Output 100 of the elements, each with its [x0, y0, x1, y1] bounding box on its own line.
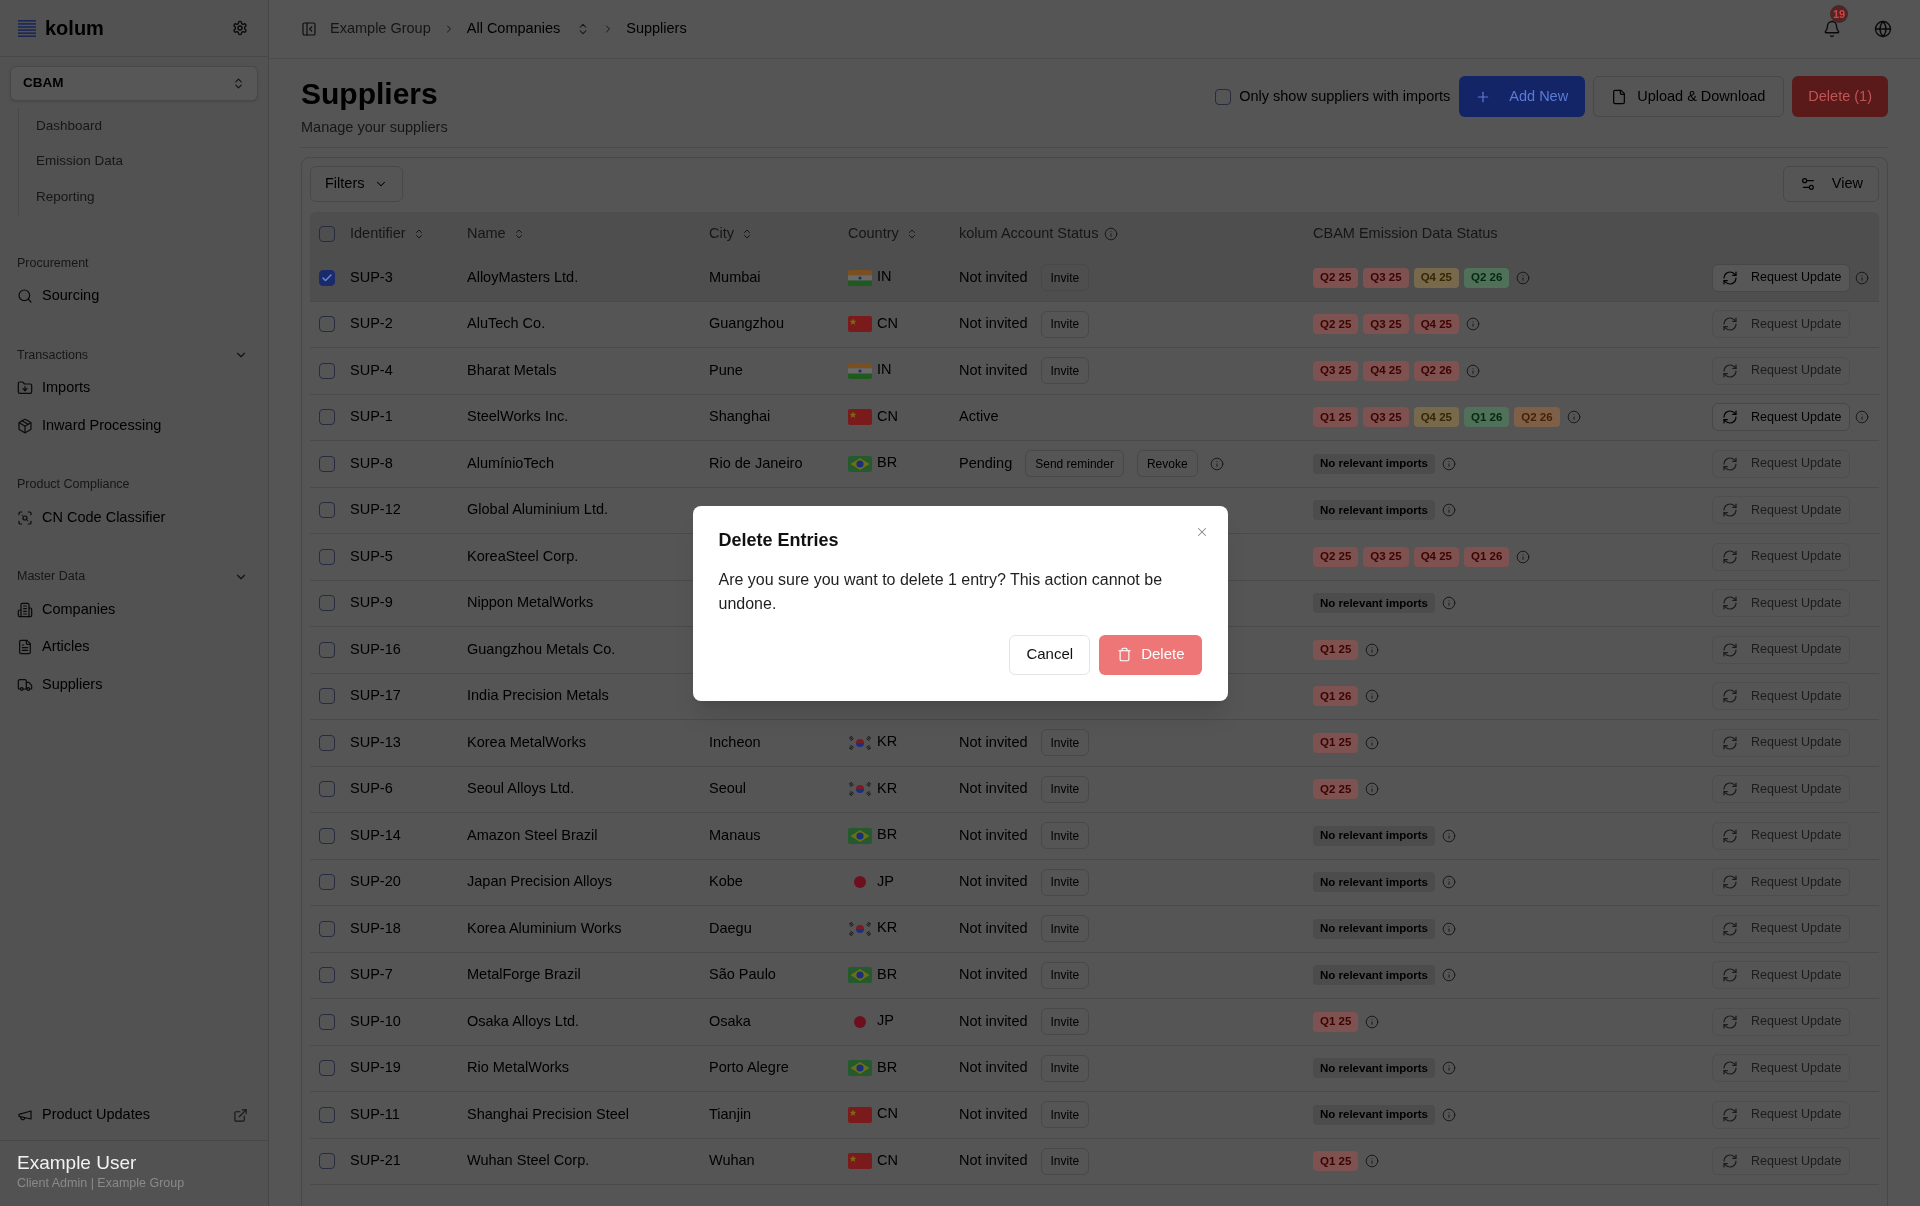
row-checkbox[interactable] [319, 1153, 335, 1170]
select-all-checkbox[interactable] [319, 225, 335, 242]
row-checkbox[interactable] [319, 269, 335, 286]
no-imports-tag: No relevant imports [1313, 872, 1435, 893]
row-checkbox[interactable] [319, 688, 335, 705]
account-action-button[interactable]: Invite [1040, 729, 1090, 757]
row-checkbox[interactable] [319, 967, 335, 984]
quarter-tag: Q4 25 [1413, 407, 1459, 428]
row-checkbox[interactable] [319, 920, 335, 937]
sort-column-header[interactable]: Country [848, 222, 918, 245]
file-icon [1611, 88, 1628, 105]
imports-filter-checkbox[interactable] [1215, 88, 1232, 105]
settings-icon[interactable] [232, 20, 248, 36]
logo-text: kolum [45, 18, 104, 38]
row-checkbox[interactable] [319, 502, 335, 519]
account-action-button[interactable]: Invite [1040, 1147, 1090, 1175]
supplier-id: SUP-6 [350, 779, 393, 799]
request-update-button[interactable]: Request Update [1712, 403, 1851, 432]
account-action-button[interactable]: Invite [1040, 915, 1090, 943]
account-status: Not invited [959, 825, 1028, 845]
supplier-name: Korea MetalWorks [467, 732, 586, 752]
nav-item[interactable]: Sourcing [0, 277, 268, 315]
globe-icon[interactable] [1874, 20, 1892, 38]
account-action-button[interactable]: Invite [1040, 1101, 1090, 1129]
account-status: Not invited [959, 732, 1028, 752]
quarter-tag: Q2 25 [1313, 267, 1359, 288]
nav-subitem[interactable]: Emission Data [36, 143, 268, 179]
no-imports-tag: No relevant imports [1313, 500, 1435, 521]
sort-column-header[interactable]: Identifier [350, 222, 425, 245]
module-switcher[interactable]: CBAM [10, 66, 258, 101]
sort-column-header[interactable]: City [709, 222, 753, 245]
breadcrumb-link[interactable]: Example Group [330, 18, 431, 40]
quarter-tag: Q1 25 [1313, 732, 1359, 753]
info-icon [1516, 270, 1531, 285]
account-status: Not invited [959, 872, 1028, 892]
nav-subitem[interactable]: Reporting [36, 179, 268, 215]
delete-button[interactable]: Delete (1) [1792, 76, 1888, 117]
supplier-name: Rio MetalWorks [467, 1058, 570, 1078]
row-checkbox[interactable] [319, 409, 335, 426]
cancel-button[interactable]: Cancel [1009, 634, 1091, 675]
account-action-button[interactable]: Invite [1040, 310, 1090, 338]
add-new-button[interactable]: Add New [1459, 76, 1586, 117]
flag-icon [848, 1106, 872, 1123]
account-action-button[interactable]: Invite [1040, 264, 1090, 292]
account-action-button[interactable]: Invite [1040, 961, 1090, 989]
row-checkbox[interactable] [319, 362, 335, 379]
supplier-name: AluTech Co. [467, 314, 546, 334]
company-switcher[interactable]: All Companies [466, 18, 591, 40]
info-icon [1855, 270, 1870, 285]
row-checkbox[interactable] [319, 781, 335, 798]
nav-item[interactable]: Articles [0, 628, 268, 666]
panel-left-icon[interactable] [301, 21, 317, 37]
flag-icon [848, 920, 872, 937]
view-button[interactable]: View [1782, 166, 1879, 202]
bell-icon[interactable] [1823, 20, 1841, 38]
refresh-icon [1722, 827, 1738, 844]
city-name: Porto Alegre [709, 1058, 789, 1078]
city-name: Shanghai [709, 407, 771, 427]
row-checkbox[interactable] [319, 548, 335, 565]
row-checkbox[interactable] [319, 316, 335, 333]
nav-subitem[interactable]: Dashboard [36, 108, 268, 144]
row-checkbox[interactable] [319, 874, 335, 891]
account-action-button[interactable]: Invite [1040, 1008, 1090, 1036]
row-checkbox[interactable] [319, 1060, 335, 1077]
country-code: KR [877, 780, 898, 795]
quarter-tag: Q3 25 [1313, 360, 1359, 381]
account-action-button[interactable]: Send reminder [1025, 450, 1124, 478]
quarter-tag: Q1 25 [1313, 1011, 1359, 1032]
request-update-button[interactable]: Request Update [1712, 263, 1851, 292]
supplier-name: KoreaSteel Corp. [467, 546, 579, 566]
filters-button[interactable]: Filters [310, 166, 404, 202]
account-action-button[interactable]: Invite [1040, 822, 1090, 850]
row-checkbox[interactable] [319, 641, 335, 658]
flag-icon [854, 1015, 866, 1028]
nav-item[interactable]: Suppliers [0, 666, 268, 704]
row-checkbox[interactable] [319, 455, 335, 472]
nav-item[interactable]: Inward Processing [0, 407, 268, 445]
sort-column-header[interactable]: Name [467, 222, 525, 245]
nav-item[interactable]: CN Code Classifier [0, 499, 268, 537]
upload-download-button[interactable]: Upload & Download [1593, 76, 1785, 117]
nav-item[interactable]: Companies [0, 591, 268, 629]
supplier-name: Global Aluminium Ltd. [467, 500, 609, 520]
row-checkbox[interactable] [319, 595, 335, 612]
quarter-tag: Q2 25 [1313, 314, 1359, 335]
country-code: BR [877, 827, 898, 842]
account-action-button[interactable]: Invite [1040, 775, 1090, 803]
product-updates-link[interactable]: Product Updates [0, 1095, 268, 1135]
supplier-name: Wuhan Steel Corp. [467, 1151, 590, 1171]
row-checkbox[interactable] [319, 1106, 335, 1123]
account-action-button[interactable]: Invite [1040, 357, 1090, 385]
country-code: KR [877, 920, 898, 935]
account-action-button[interactable]: Invite [1040, 868, 1090, 896]
confirm-delete-button[interactable]: Delete [1099, 634, 1202, 675]
row-checkbox[interactable] [319, 734, 335, 751]
row-checkbox[interactable] [319, 827, 335, 844]
scan-icon [17, 509, 33, 526]
row-checkbox[interactable] [319, 1013, 335, 1030]
account-action-button[interactable]: Revoke [1136, 450, 1198, 478]
nav-item[interactable]: Imports [0, 369, 268, 407]
account-action-button[interactable]: Invite [1040, 1054, 1090, 1082]
